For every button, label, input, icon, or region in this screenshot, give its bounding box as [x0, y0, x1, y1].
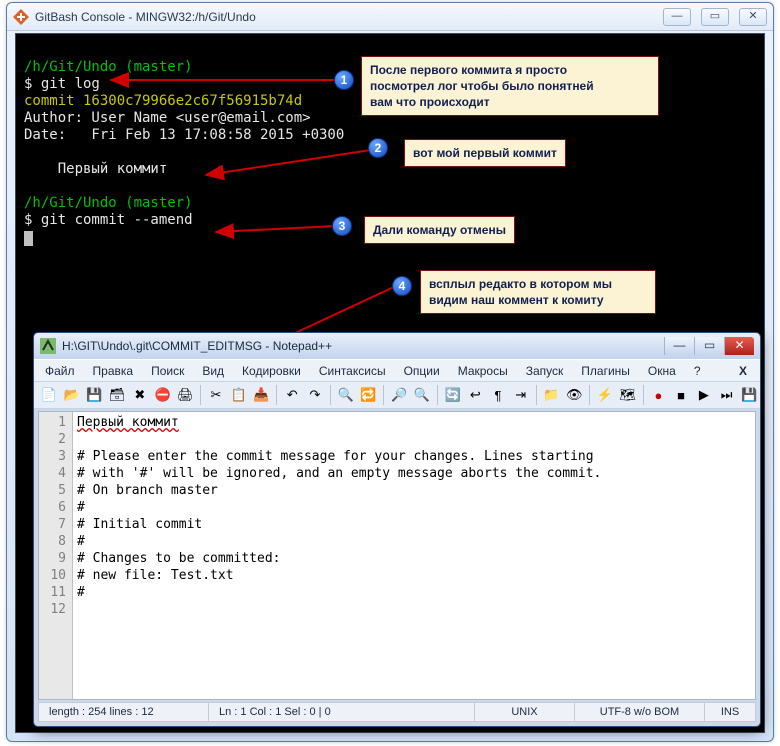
- indent-icon[interactable]: ⇥: [510, 384, 532, 406]
- sync-icon[interactable]: 🔄: [442, 384, 464, 406]
- find-icon[interactable]: 🔍: [335, 384, 357, 406]
- menu-run[interactable]: Запуск: [519, 362, 571, 380]
- playrep-icon[interactable]: ⏭: [716, 384, 738, 406]
- open-icon[interactable]: 📂: [61, 384, 83, 406]
- npp-menubar: Файл Правка Поиск Вид Кодировки Синтакси…: [34, 359, 760, 381]
- callout-3: Дали команду отмены: [364, 216, 515, 244]
- callout-1: После первого коммита я просто посмотрел…: [361, 56, 659, 116]
- menu-encoding[interactable]: Кодировки: [235, 362, 308, 380]
- status-pos: Ln : 1 Col : 1 Sel : 0 | 0: [209, 703, 475, 721]
- menu-plugins[interactable]: Плагины: [574, 362, 637, 380]
- func-icon[interactable]: ⚡: [594, 384, 616, 406]
- monitor-icon[interactable]: 👁: [563, 384, 585, 406]
- saveall-icon[interactable]: 🗃: [106, 384, 128, 406]
- zoomout-icon[interactable]: 🔍: [411, 384, 433, 406]
- gitbash-titlebar[interactable]: GitBash Console - MINGW32:/h/Git/Undo — …: [7, 3, 773, 31]
- window-controls: — ▭ ✕: [663, 8, 767, 26]
- minimize-button[interactable]: —: [663, 8, 691, 26]
- status-length: length : 254 lines : 12: [39, 703, 209, 721]
- paste-icon[interactable]: 📥: [251, 384, 273, 406]
- menu-help[interactable]: ?: [687, 362, 708, 380]
- map-icon[interactable]: 🗺: [617, 384, 639, 406]
- notepadpp-titlebar[interactable]: H:\GIT\Undo\.git\COMMIT_EDITMSG - Notepa…: [34, 333, 760, 359]
- savemacro-icon[interactable]: 💾: [738, 384, 760, 406]
- status-eol: UNIX: [475, 703, 575, 721]
- stop-icon[interactable]: ■: [670, 384, 692, 406]
- undo-icon[interactable]: ↶: [281, 384, 303, 406]
- print-icon[interactable]: 🖨: [174, 384, 196, 406]
- notepadpp-window: H:\GIT\Undo\.git\COMMIT_EDITMSG - Notepa…: [33, 332, 761, 727]
- badge-3: 3: [332, 216, 352, 236]
- npp-menu-x[interactable]: X: [732, 362, 754, 380]
- badge-4: 4: [392, 276, 412, 296]
- gitbash-window: GitBash Console - MINGW32:/h/Git/Undo — …: [6, 2, 774, 742]
- badge-1: 1: [334, 70, 354, 90]
- maximize-button[interactable]: ▭: [701, 8, 729, 26]
- copy-icon[interactable]: 📋: [228, 384, 250, 406]
- npp-window-controls: — ▭ ✕: [664, 337, 754, 355]
- record-icon[interactable]: ●: [648, 384, 670, 406]
- terminal-output: /h/Git/Undo (master) $ git log commit 16…: [16, 42, 344, 251]
- chars-icon[interactable]: ¶: [487, 384, 509, 406]
- npp-close-button[interactable]: ✕: [724, 337, 754, 355]
- npp-maximize-button[interactable]: ▭: [694, 337, 724, 355]
- gitbash-icon: [13, 9, 29, 25]
- menu-syntax[interactable]: Синтаксисы: [312, 362, 393, 380]
- npp-code[interactable]: Первый коммит # Please enter the commit …: [73, 412, 755, 699]
- menu-options[interactable]: Опции: [397, 362, 447, 380]
- npp-gutter: 123456789101112: [39, 412, 73, 699]
- menu-windows[interactable]: Окна: [641, 362, 683, 380]
- close-button[interactable]: ✕: [739, 8, 767, 26]
- closeall-icon[interactable]: ⛔: [152, 384, 174, 406]
- redo-icon[interactable]: ↷: [304, 384, 326, 406]
- menu-file[interactable]: Файл: [38, 362, 82, 380]
- callout-2: вот мой первый коммит: [404, 139, 566, 167]
- status-encoding: UTF-8 w/o BOM: [575, 703, 705, 721]
- npp-statusbar: length : 254 lines : 12 Ln : 1 Col : 1 S…: [38, 702, 756, 722]
- menu-edit[interactable]: Правка: [86, 362, 141, 380]
- zoomin-icon[interactable]: 🔎: [388, 384, 410, 406]
- menu-macros[interactable]: Макросы: [451, 362, 515, 380]
- gitbash-title: GitBash Console - MINGW32:/h/Git/Undo: [35, 10, 663, 24]
- notepadpp-title: H:\GIT\Undo\.git\COMMIT_EDITMSG - Notepa…: [62, 339, 664, 353]
- cut-icon[interactable]: ✂: [205, 384, 227, 406]
- callout-4: всплыл редакто в котором мы видим наш ко…: [420, 270, 656, 314]
- status-mode: INS: [705, 703, 755, 721]
- close-icon[interactable]: ✖: [129, 384, 151, 406]
- menu-view[interactable]: Вид: [195, 362, 231, 380]
- npp-toolbar: 📄 📂 💾 🗃 ✖ ⛔ 🖨 ✂ 📋 📥 ↶ ↷ 🔍 🔁 🔎 🔍: [34, 381, 760, 409]
- play-icon[interactable]: ▶: [693, 384, 715, 406]
- npp-editor[interactable]: 123456789101112 Первый коммит # Please e…: [38, 411, 756, 700]
- npp-minimize-button[interactable]: —: [664, 337, 694, 355]
- new-icon[interactable]: 📄: [38, 384, 60, 406]
- menu-search[interactable]: Поиск: [144, 362, 191, 380]
- badge-2: 2: [368, 138, 388, 158]
- save-icon[interactable]: 💾: [83, 384, 105, 406]
- folder-icon[interactable]: 📁: [541, 384, 563, 406]
- wrap-icon[interactable]: ↩: [464, 384, 486, 406]
- replace-icon[interactable]: 🔁: [358, 384, 380, 406]
- notepadpp-icon: [40, 338, 56, 354]
- console-area[interactable]: /h/Git/Undo (master) $ git log commit 16…: [15, 33, 765, 733]
